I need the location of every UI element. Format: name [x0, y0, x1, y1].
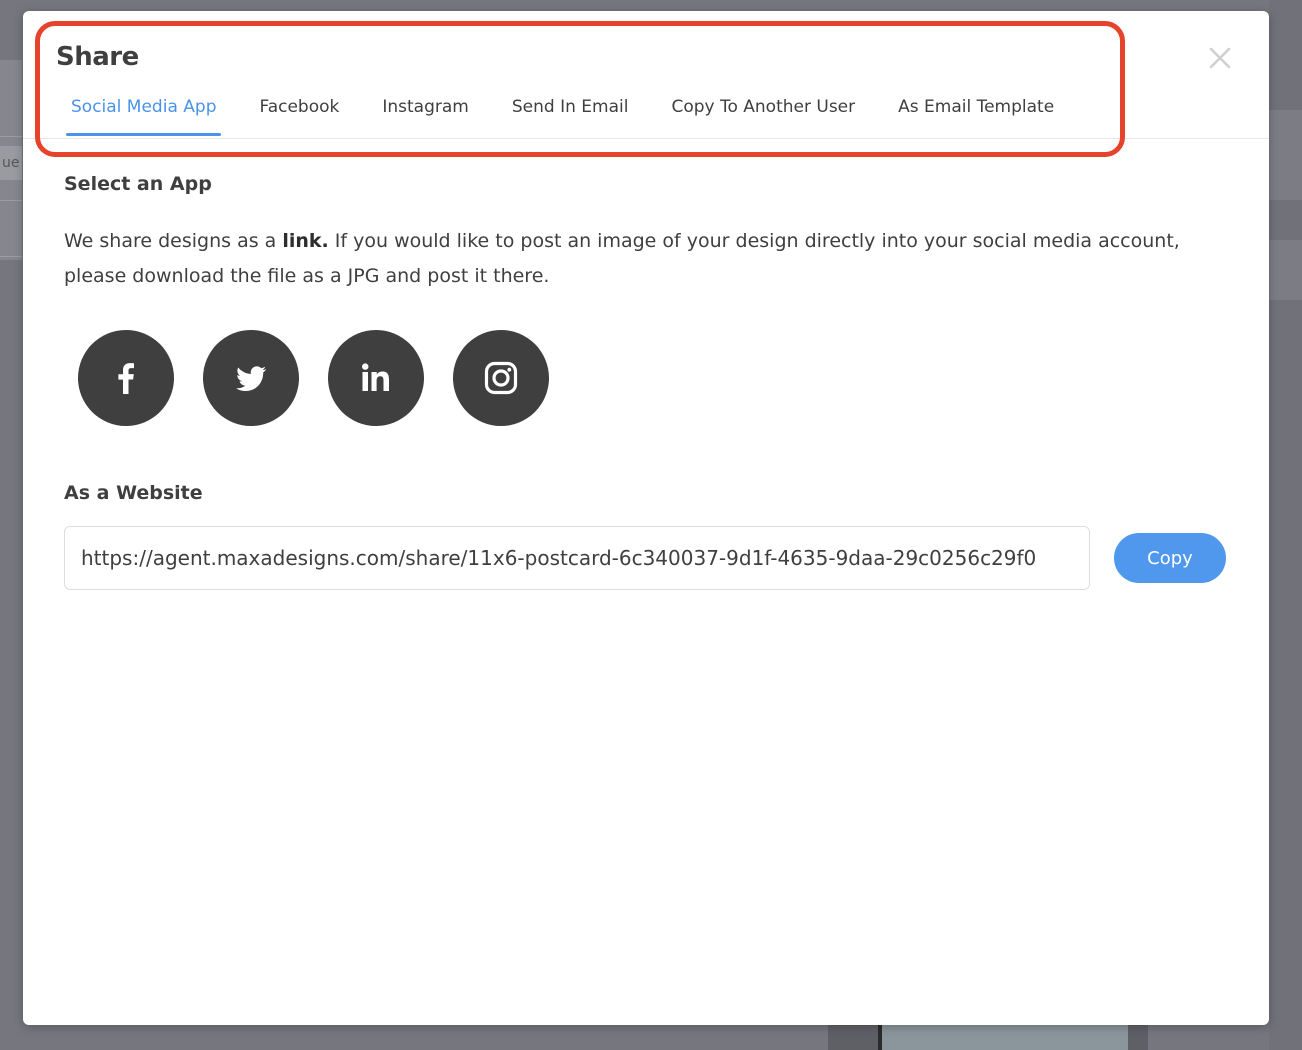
background-divider [0, 136, 22, 137]
background-panel-block [1269, 240, 1302, 300]
instagram-share-button[interactable] [453, 330, 549, 426]
share-modal: Share Social Media App Facebook Instagra… [23, 11, 1269, 1025]
facebook-icon [118, 363, 134, 394]
background-panel-block [1269, 110, 1302, 200]
close-icon [1209, 47, 1231, 69]
share-description: We share designs as a link. If you would… [64, 224, 1224, 294]
modal-body: Select an App We share designs as a link… [64, 173, 1234, 590]
social-apps-row [78, 330, 1234, 426]
modal-title: Share [56, 42, 139, 72]
background-right-panel [1269, 0, 1302, 1050]
select-app-heading: Select an App [64, 173, 212, 195]
website-heading: As a Website [64, 482, 203, 504]
background-thumbnail-image [878, 1025, 1128, 1050]
background-sidebar: ue [0, 60, 22, 260]
copy-button[interactable]: Copy [1114, 533, 1226, 583]
tab-facebook[interactable]: Facebook [254, 95, 344, 139]
linkedin-icon [362, 363, 389, 391]
description-prefix: We share designs as a [64, 230, 283, 252]
background-divider [0, 256, 22, 257]
facebook-share-button[interactable] [78, 330, 174, 426]
modal-header: Share Social Media App Facebook Instagra… [23, 11, 1269, 157]
background-divider [0, 200, 22, 201]
tab-send-in-email[interactable]: Send In Email [507, 95, 634, 139]
twitter-icon [236, 366, 267, 391]
close-button[interactable] [1205, 43, 1235, 73]
share-url-row: Copy [64, 526, 1234, 590]
tab-social-media-app[interactable]: Social Media App [66, 95, 222, 139]
tab-as-email-template[interactable]: As Email Template [893, 95, 1059, 139]
description-link-word: link. [282, 230, 329, 252]
background-fragment-text: ue [0, 146, 22, 180]
twitter-share-button[interactable] [203, 330, 299, 426]
share-tabs: Social Media App Facebook Instagram Send… [66, 95, 1092, 139]
tab-instagram[interactable]: Instagram [377, 95, 474, 139]
instagram-icon [484, 361, 518, 395]
tab-copy-to-another-user[interactable]: Copy To Another User [666, 95, 860, 139]
background-thumbnail [828, 1025, 1148, 1050]
share-url-input[interactable] [64, 526, 1090, 590]
linkedin-share-button[interactable] [328, 330, 424, 426]
